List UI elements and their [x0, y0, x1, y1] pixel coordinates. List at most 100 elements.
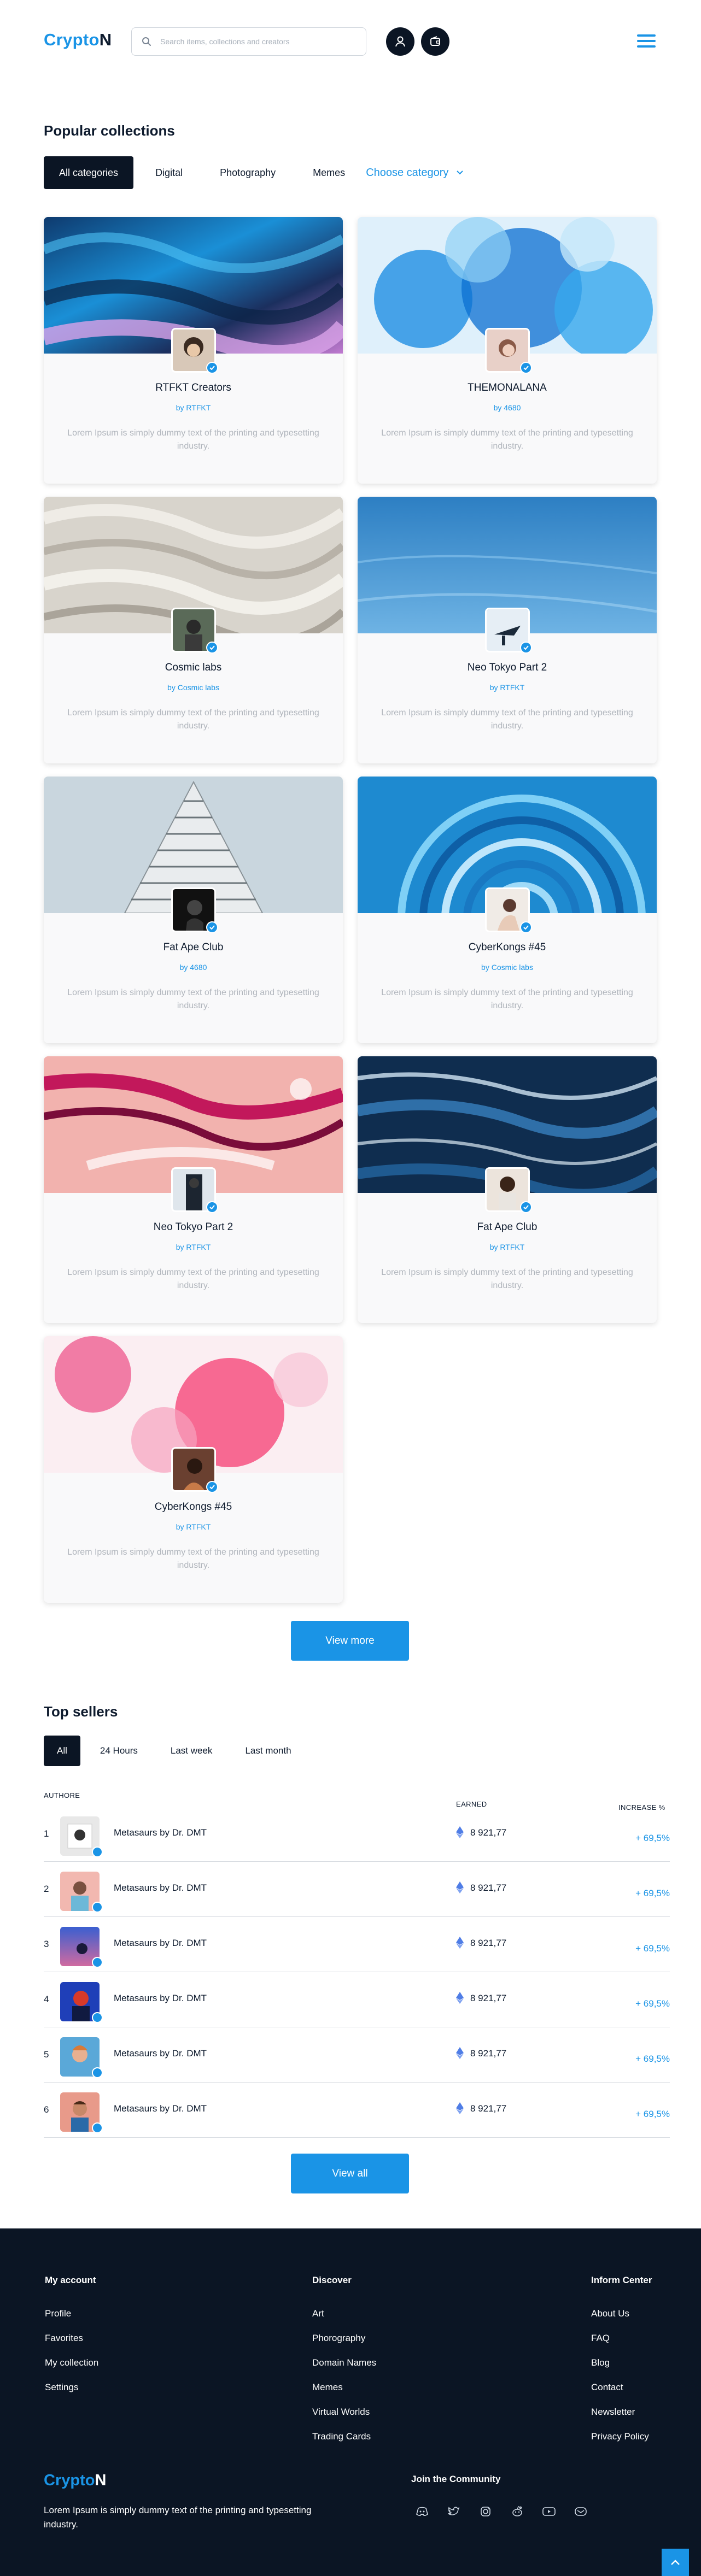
footer-link-my-collection[interactable]: My collection — [45, 2350, 98, 2375]
collection-card[interactable]: Neo Tokyo Part 2 by RTFKT Lorem Ipsum is… — [44, 1056, 343, 1323]
footer-link-faq[interactable]: FAQ — [591, 2326, 652, 2350]
rank-number: 1 — [44, 1828, 49, 1839]
earned-amount: 8 921,77 — [470, 2048, 507, 2059]
seller-name: Metasaurs by Dr. DMT — [114, 1883, 207, 1893]
account-button[interactable] — [386, 27, 414, 56]
footer-link-photography[interactable]: Phorography — [312, 2326, 376, 2350]
tab-all-categories[interactable]: All categories — [44, 156, 134, 189]
footer-link-virtual-worlds[interactable]: Virtual Worlds — [312, 2399, 376, 2424]
footer-link-blog[interactable]: Blog — [591, 2350, 652, 2375]
collection-card[interactable]: Neo Tokyo Part 2 by RTFKT Lorem Ipsum is… — [358, 497, 657, 763]
footer-heading: Inform Center — [591, 2275, 652, 2285]
collection-card[interactable]: Fat Ape Club by RTFKT Lorem Ipsum is sim… — [358, 1056, 657, 1323]
collection-description: Lorem Ipsum is simply dummy text of the … — [67, 1548, 319, 1570]
menu-icon[interactable] — [637, 33, 656, 49]
chevron-down-icon — [457, 170, 464, 175]
tab-last-month[interactable]: Last month — [232, 1736, 304, 1766]
collection-card[interactable]: CyberKongs #45 by Cosmic labs Lorem Ipsu… — [358, 777, 657, 1043]
logo[interactable]: CryptoN — [44, 30, 112, 50]
verified-icon — [206, 921, 218, 933]
ethereum-icon — [456, 2102, 464, 2114]
collection-author-link[interactable]: by Cosmic labs — [358, 963, 657, 972]
youtube-icon[interactable] — [541, 2505, 557, 2518]
collection-author-link[interactable]: by RTFKT — [44, 1522, 343, 1531]
collection-author-link[interactable]: by RTFKT — [358, 1243, 657, 1251]
table-row[interactable]: 3 Metasaurs by Dr. DMT 8 921,77 + 69,5% — [44, 1917, 670, 1972]
footer-link-contact[interactable]: Contact — [591, 2375, 652, 2399]
collection-description: Lorem Ipsum is simply dummy text of the … — [67, 988, 319, 1010]
collection-card[interactable]: Fat Ape Club by 4680 Lorem Ipsum is simp… — [44, 777, 343, 1043]
choose-category-dropdown[interactable]: Choose category — [360, 156, 479, 189]
collection-card[interactable]: RTFKT Creators by RTFKT Lorem Ipsum is s… — [44, 217, 343, 484]
tab-all[interactable]: All — [44, 1736, 80, 1766]
earned-amount: 8 921,77 — [470, 1883, 507, 1893]
view-all-button[interactable]: View all — [291, 2154, 409, 2193]
seller-name: Metasaurs by Dr. DMT — [114, 2048, 207, 2059]
scroll-to-top-button[interactable] — [662, 2549, 689, 2576]
view-more-button[interactable]: View more — [291, 1621, 409, 1661]
reddit-icon[interactable] — [510, 2505, 525, 2518]
wallet-icon — [430, 36, 440, 46]
collection-name: Cosmic labs — [165, 662, 222, 673]
table-row[interactable]: 2 Metasaurs by Dr. DMT 8 921,77 + 69,5% — [44, 1862, 670, 1917]
footer-link-memes[interactable]: Memes — [312, 2375, 376, 2399]
mail-icon[interactable] — [573, 2505, 588, 2518]
ethereum-icon — [456, 1881, 464, 1893]
verified-icon — [206, 642, 218, 654]
collection-author-link[interactable]: by RTFKT — [44, 403, 343, 412]
rank-number: 3 — [44, 1939, 49, 1949]
wallet-button[interactable] — [421, 27, 449, 56]
increase-percent: + 69,5% — [635, 1888, 670, 1898]
tab-memes[interactable]: Memes — [297, 156, 360, 189]
collection-author-link[interactable]: by 4680 — [358, 403, 657, 412]
footer-link-favorites[interactable]: Favorites — [45, 2326, 98, 2350]
tab-last-week[interactable]: Last week — [157, 1736, 226, 1766]
collection-author-link[interactable]: by RTFKT — [44, 1243, 343, 1251]
chevron-up-icon — [671, 2560, 680, 2565]
search-input[interactable] — [160, 37, 341, 46]
tab-photography[interactable]: Photography — [205, 156, 291, 189]
tab-24-hours[interactable]: 24 Hours — [87, 1736, 151, 1766]
verified-icon — [92, 2012, 103, 2023]
rank-number: 2 — [44, 1884, 49, 1894]
table-row[interactable]: 5 Metasaurs by Dr. DMT 8 921,77 + 69,5% — [44, 2027, 670, 2083]
collection-author-link[interactable]: by Cosmic labs — [44, 683, 343, 692]
collection-card[interactable]: Cosmic labs by Cosmic labs Lorem Ipsum i… — [44, 497, 343, 763]
instagram-icon[interactable] — [478, 2505, 493, 2518]
search-box[interactable] — [131, 27, 366, 56]
verified-icon — [206, 1481, 218, 1493]
verified-icon — [520, 921, 532, 933]
period-tabs: All 24 Hours Last week Last month — [44, 1736, 305, 1766]
collection-author-link[interactable]: by 4680 — [44, 963, 343, 972]
increase-percent: + 69,5% — [635, 2109, 670, 2119]
footer-link-about-us[interactable]: About Us — [591, 2301, 652, 2326]
collection-card[interactable]: CyberKongs #45 by RTFKT Lorem Ipsum is s… — [44, 1336, 343, 1603]
increase-percent: + 69,5% — [635, 1833, 670, 1843]
table-row[interactable]: 6 Metasaurs by Dr. DMT 8 921,77 + 69,5% — [44, 2083, 670, 2138]
tab-digital[interactable]: Digital — [140, 156, 198, 189]
collection-description: Lorem Ipsum is simply dummy text of the … — [67, 708, 319, 731]
rank-number: 4 — [44, 1994, 49, 2004]
footer-link-newsletter[interactable]: Newsletter — [591, 2399, 652, 2424]
table-row[interactable]: 4 Metasaurs by Dr. DMT 8 921,77 + 69,5% — [44, 1972, 670, 2027]
verified-icon — [92, 1902, 103, 1913]
footer-link-trading-cards[interactable]: Trading Cards — [312, 2424, 376, 2449]
footer-link-art[interactable]: Art — [312, 2301, 376, 2326]
verified-icon — [520, 362, 532, 374]
footer-link-profile[interactable]: Profile — [45, 2301, 98, 2326]
discord-icon[interactable] — [414, 2505, 430, 2518]
footer-logo[interactable]: CryptoN — [44, 2472, 106, 2490]
footer-link-privacy-policy[interactable]: Privacy Policy — [591, 2424, 652, 2449]
increase-percent: + 69,5% — [635, 1943, 670, 1954]
collection-name: Fat Ape Club — [477, 1221, 538, 1233]
site-footer: My account Profile Favorites My collecti… — [0, 2228, 701, 2576]
collection-name: CyberKongs #45 — [154, 1501, 232, 1513]
footer-link-settings[interactable]: Settings — [45, 2375, 98, 2399]
footer-link-domain-names[interactable]: Domain Names — [312, 2350, 376, 2375]
collection-author-link[interactable]: by RTFKT — [358, 683, 657, 692]
collection-card[interactable]: THEMONALANA by 4680 Lorem Ipsum is simpl… — [358, 217, 657, 484]
verified-icon — [92, 1846, 103, 1857]
table-row[interactable]: 1 Metasaurs by Dr. DMT 8 921,77 + 69,5% — [44, 1807, 670, 1862]
twitter-icon[interactable] — [446, 2505, 462, 2518]
earned-amount: 8 921,77 — [470, 1938, 507, 1948]
